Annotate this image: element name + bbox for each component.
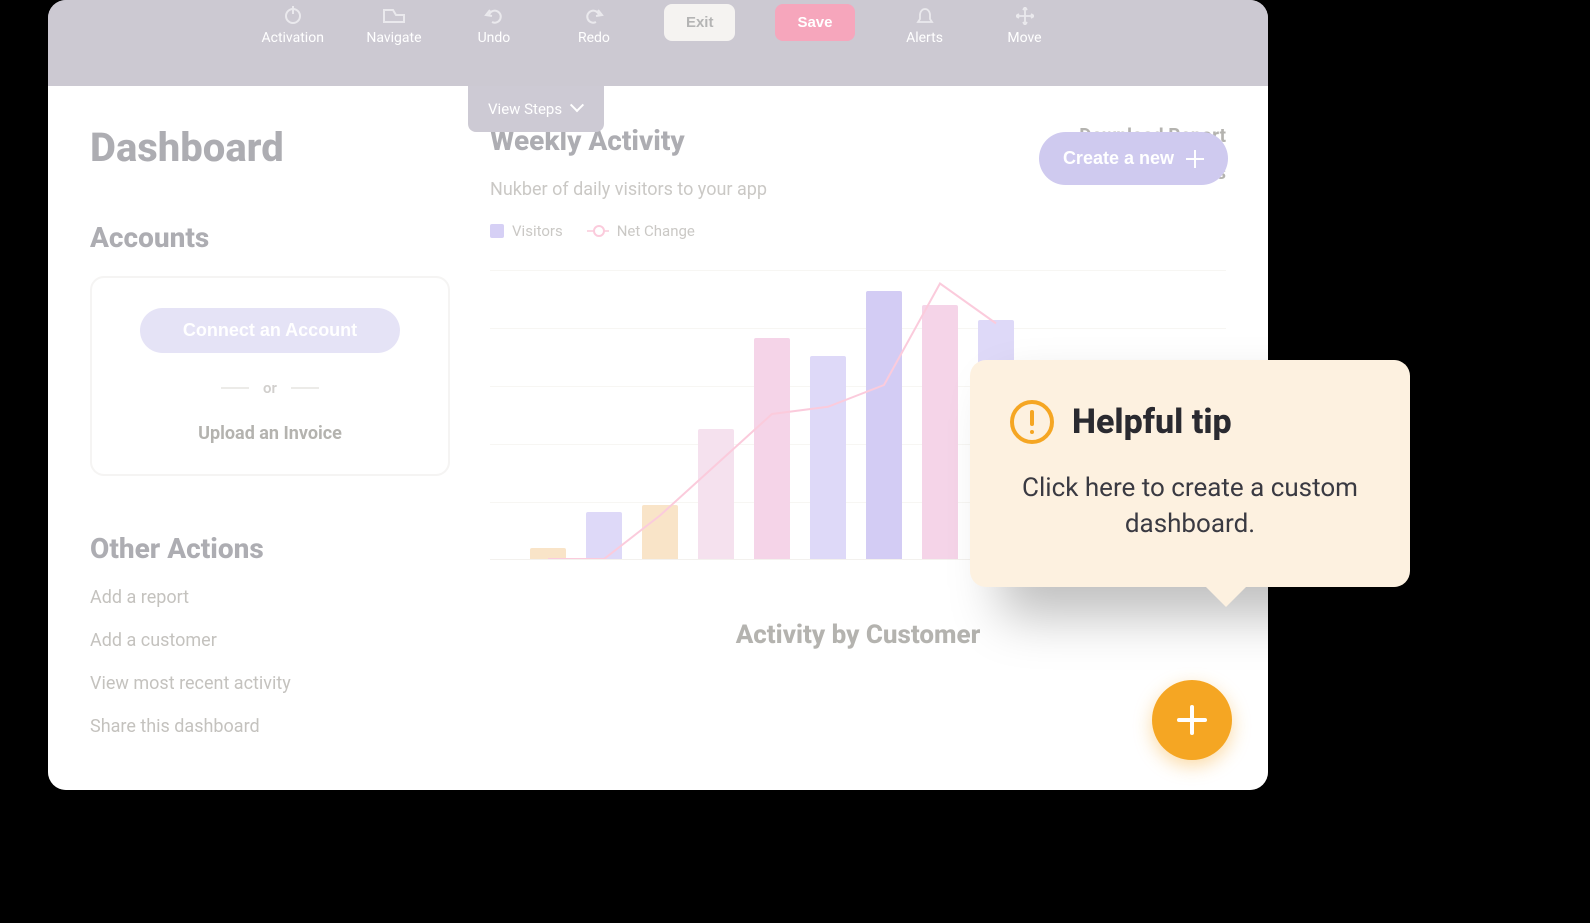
create-new-label: Create a new (1063, 148, 1174, 169)
helpful-tip-tooltip: Helpful tip Click here to create a custo… (970, 360, 1410, 587)
chart-bar (866, 291, 902, 559)
view-steps-dropdown[interactable]: View Steps (468, 86, 604, 132)
redo-icon (578, 6, 610, 26)
navigate-icon (378, 6, 410, 26)
toolbar-label: Alerts (906, 30, 943, 46)
view-steps-label: View Steps (488, 100, 562, 118)
toolbar-activation[interactable]: Activation (261, 0, 323, 46)
toolbar-navigate[interactable]: Navigate (364, 0, 424, 46)
alerts-icon (909, 6, 941, 26)
activity-customer-title: Activity by Customer (490, 620, 1226, 650)
chart-legend: Visitors Net Change (490, 222, 767, 240)
toolbar-label: Activation (261, 30, 323, 46)
chart-bar (586, 512, 622, 559)
toolbar-undo[interactable]: Undo (464, 0, 524, 46)
move-icon (1009, 6, 1041, 26)
create-new-button[interactable]: Create a new (1039, 132, 1228, 185)
chart-bar (698, 429, 734, 560)
chart-bar (922, 305, 958, 559)
page-title: Dashboard (90, 124, 450, 171)
toolbar-redo[interactable]: Redo (564, 0, 624, 46)
toolbar-move[interactable]: Move (995, 0, 1055, 46)
chart-bar (530, 548, 566, 559)
legend-square-icon (490, 224, 504, 238)
chart-bar (754, 338, 790, 559)
legend-label: Net Change (617, 222, 695, 240)
top-toolbar: Activation Navigate Undo Redo Exit Save (48, 0, 1268, 86)
accounts-title: Accounts (90, 221, 450, 254)
activation-icon (277, 6, 309, 26)
toolbar-label: Redo (578, 30, 610, 46)
plus-icon (1186, 150, 1204, 168)
other-actions-title: Other Actions (90, 532, 450, 565)
save-button[interactable]: Save (775, 4, 854, 41)
or-divider: or (221, 379, 319, 397)
toolbar-alerts[interactable]: Alerts (895, 0, 955, 46)
alert-circle-icon (1010, 400, 1054, 444)
toolbar-label: Navigate (366, 30, 421, 46)
chevron-down-icon (572, 103, 584, 115)
chart-bar (642, 505, 678, 559)
undo-icon (478, 6, 510, 26)
legend-label: Visitors (512, 222, 563, 240)
tooltip-body: Click here to create a custom dashboard. (1010, 470, 1370, 543)
add-fab-button[interactable] (1152, 680, 1232, 760)
action-add-report[interactable]: Add a report (90, 587, 450, 608)
connect-account-button[interactable]: Connect an Account (140, 308, 400, 353)
exit-button[interactable]: Exit (664, 4, 736, 41)
sidebar: Dashboard Accounts Connect an Account or… (90, 124, 450, 737)
toolbar-label: Move (1007, 30, 1041, 46)
tooltip-title: Helpful tip (1072, 402, 1232, 442)
toolbar-label: Undo (478, 30, 511, 46)
action-share-dashboard[interactable]: Share this dashboard (90, 716, 450, 737)
chart-bar (810, 356, 846, 559)
action-list: Add a report Add a customer View most re… (90, 587, 450, 737)
legend-line-icon (587, 230, 609, 232)
accounts-box: Connect an Account or Upload an Invoice (90, 276, 450, 476)
chart-subtitle: Nukber of daily visitors to your app (490, 179, 767, 200)
action-add-customer[interactable]: Add a customer (90, 630, 450, 651)
action-view-recent[interactable]: View most recent activity (90, 673, 450, 694)
legend-visitors: Visitors (490, 222, 563, 240)
plus-icon (1177, 705, 1207, 735)
legend-net-change: Net Change (587, 222, 695, 240)
upload-invoice-link[interactable]: Upload an Invoice (198, 423, 342, 444)
